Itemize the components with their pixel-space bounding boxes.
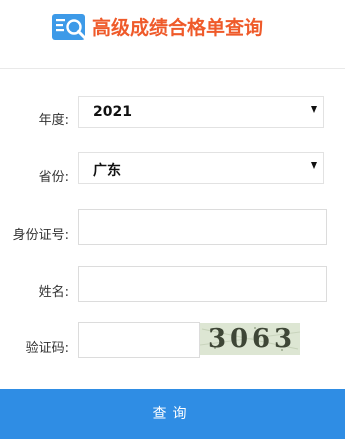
province-label: 省份: bbox=[38, 170, 69, 185]
page-title: 高级成绩合格单查询 bbox=[92, 17, 264, 39]
captcha-image[interactable]: 3 0 6 3 bbox=[200, 323, 300, 355]
captcha-char: 3 bbox=[208, 324, 227, 354]
page-header: 高级成绩合格单查询 bbox=[0, 0, 345, 69]
province-select[interactable]: 广东 bbox=[78, 152, 324, 184]
year-label: 年度: bbox=[38, 113, 69, 128]
query-button[interactable]: 查询 bbox=[0, 389, 345, 439]
year-select[interactable]: 2021 bbox=[78, 96, 324, 128]
captcha-input[interactable] bbox=[78, 322, 200, 358]
province-select-value: 广东 bbox=[93, 163, 121, 179]
captcha-char: 0 bbox=[230, 324, 249, 354]
name-input[interactable] bbox=[78, 266, 327, 302]
id-number-label: 身份证号: bbox=[12, 228, 69, 243]
chevron-down-icon bbox=[311, 106, 317, 113]
captcha-label: 验证码: bbox=[25, 341, 69, 356]
id-number-input[interactable] bbox=[78, 209, 327, 245]
captcha-char: 6 bbox=[252, 324, 271, 354]
name-label: 姓名: bbox=[38, 285, 69, 300]
chevron-down-icon bbox=[311, 162, 317, 169]
captcha-char: 3 bbox=[274, 324, 293, 354]
year-select-value: 2021 bbox=[93, 104, 132, 120]
search-document-icon bbox=[52, 14, 87, 40]
